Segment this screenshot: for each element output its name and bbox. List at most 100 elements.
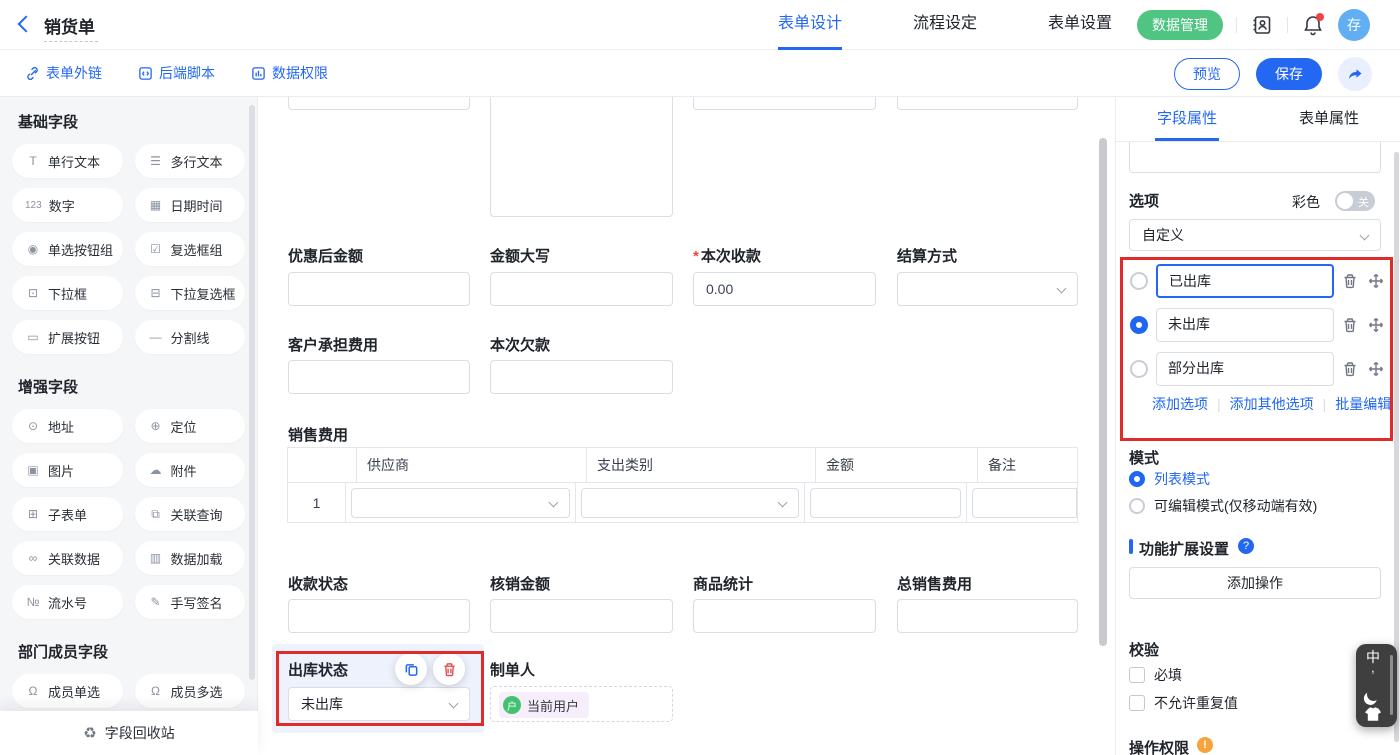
section-accent-bar (1129, 539, 1133, 554)
divider (1287, 17, 1288, 33)
backend-script-link[interactable]: 后端脚本 (138, 63, 215, 83)
title-dashed-underline (44, 41, 98, 42)
share-button[interactable] (1338, 57, 1372, 91)
field-input-writeoff-amount[interactable] (490, 599, 673, 633)
lookup-query-icon: ⧉ (148, 507, 164, 522)
field-input-payment-status[interactable] (288, 599, 470, 633)
tab-form-setting[interactable]: 表单设置 (1048, 0, 1112, 50)
drag-option-icon[interactable] (1368, 317, 1384, 333)
field-item-member-multi[interactable]: Ω成员多选 (135, 674, 246, 708)
field-item-address[interactable]: ⊙地址 (12, 409, 123, 443)
no-duplicate-checkbox-row[interactable]: 不允许重复值 (1129, 693, 1238, 713)
field-item-signature[interactable]: ✎手写签名 (135, 585, 246, 619)
option-radio[interactable] (1130, 360, 1148, 378)
field-input-clipped[interactable] (288, 97, 470, 110)
option-radio[interactable] (1130, 272, 1148, 290)
sidebar-scrollbar[interactable] (249, 105, 255, 680)
field-item-data-load[interactable]: ▥数据加载 (135, 541, 246, 575)
field-title-input-clipped[interactable] (1129, 142, 1381, 173)
preview-button[interactable]: 预览 (1174, 58, 1240, 90)
field-item-datetime[interactable]: ▦日期时间 (135, 188, 246, 222)
field-input-clipped[interactable] (897, 97, 1078, 110)
field-input-clipped[interactable] (693, 97, 876, 110)
drag-option-icon[interactable] (1368, 273, 1384, 289)
subform-select-expense-type[interactable] (581, 488, 799, 518)
field-item-attachment[interactable]: ☁附件 (135, 453, 246, 487)
ime-handle[interactable] (1390, 655, 1393, 715)
subform-input-amount[interactable] (810, 488, 961, 518)
tab-flow-setting[interactable]: 流程设定 (913, 0, 977, 50)
option-input-focused[interactable]: 已出库 (1156, 264, 1334, 298)
field-select-settlement-method[interactable] (897, 272, 1078, 306)
field-label-total-sales-fee: 总销售费用 (897, 573, 972, 594)
subform-select-supplier[interactable] (351, 488, 570, 518)
save-button[interactable]: 保存 (1256, 58, 1322, 90)
field-item-image[interactable]: ▣图片 (12, 453, 123, 487)
field-creator-box[interactable]: 户 当前用户 (490, 686, 673, 722)
field-select-outbound-status[interactable]: 未出库 (288, 687, 470, 721)
tab-form-design[interactable]: 表单设计 (778, 0, 842, 50)
color-toggle[interactable]: 关 (1335, 191, 1375, 211)
field-item-serial-number[interactable]: №流水号 (12, 585, 123, 619)
notification-bell-icon[interactable] (1301, 13, 1325, 37)
delete-field-button[interactable] (433, 653, 465, 685)
field-input-current-debt[interactable] (490, 360, 673, 394)
field-item-location[interactable]: ⊕定位 (135, 409, 246, 443)
ime-punctuation-button[interactable]: ʼ (1372, 666, 1375, 685)
field-item-multi-line-text[interactable]: ☰多行文本 (135, 144, 246, 178)
batch-edit-link[interactable]: 批量编辑 (1335, 394, 1391, 414)
field-input-total-sales-fee[interactable] (897, 599, 1078, 633)
canvas-scrollbar[interactable] (1099, 138, 1107, 646)
field-input-product-stats[interactable] (693, 599, 876, 633)
field-item-extend-button[interactable]: ▭扩展按钮 (12, 320, 123, 354)
field-item-member-single[interactable]: Ω成员单选 (12, 674, 123, 708)
delete-option-icon[interactable] (1342, 361, 1358, 377)
subform-input-remark[interactable] (972, 488, 1077, 518)
drag-option-icon[interactable] (1368, 361, 1384, 377)
field-textarea-clipped[interactable] (490, 97, 673, 217)
ime-skin-button[interactable] (1365, 704, 1381, 723)
field-input-amount-in-words[interactable] (490, 272, 673, 306)
add-action-button[interactable]: 添加操作 (1129, 567, 1381, 599)
field-input-current-payment[interactable]: 0.00 (693, 272, 876, 306)
avatar[interactable]: 存 (1338, 9, 1370, 41)
add-other-option-link[interactable]: 添加其他选项 (1230, 394, 1314, 414)
contacts-book-icon[interactable] (1250, 13, 1274, 37)
field-item-subform[interactable]: ⊞子表单 (12, 497, 123, 531)
form-external-link[interactable]: 表单外链 (25, 63, 102, 83)
data-permission-link[interactable]: 数据权限 (251, 63, 328, 83)
help-icon[interactable]: ? (1238, 538, 1254, 554)
required-checkbox-row[interactable]: 必填 (1129, 665, 1182, 685)
data-manage-button[interactable]: 数据管理 (1137, 10, 1223, 40)
tab-field-properties[interactable]: 字段属性 (1116, 97, 1258, 141)
field-item-dropdown[interactable]: ⊡下拉框 (12, 276, 123, 310)
field-item-multi-dropdown[interactable]: ⊟下拉复选框 (135, 276, 246, 310)
field-item-number[interactable]: 123数字 (12, 188, 123, 222)
back-icon[interactable] (18, 16, 35, 33)
delete-option-icon[interactable] (1342, 317, 1358, 333)
option-input[interactable]: 部分出库 (1156, 352, 1334, 386)
ime-language-button[interactable]: 中 (1366, 647, 1380, 666)
subform-header-remark: 备注 (978, 448, 1077, 482)
chevron-down-icon (1057, 284, 1067, 294)
copy-field-button[interactable] (395, 653, 427, 685)
option-source-select[interactable]: 自定义 (1129, 219, 1381, 251)
tab-form-properties[interactable]: 表单属性 (1258, 97, 1400, 141)
field-item-radio-group[interactable]: ◉单选按钮组 (12, 232, 123, 266)
add-option-link[interactable]: 添加选项 (1152, 394, 1208, 414)
field-item-lookup-query[interactable]: ⧉关联查询 (135, 497, 246, 531)
ime-moon-button[interactable] (1367, 685, 1380, 704)
field-input-customer-fee[interactable] (288, 360, 470, 394)
field-item-linked-data[interactable]: ∞关联数据 (12, 541, 123, 575)
field-item-divider[interactable]: —分割线 (135, 320, 246, 354)
delete-option-icon[interactable] (1342, 273, 1358, 289)
option-input[interactable]: 未出库 (1156, 308, 1334, 342)
field-recycle-bin[interactable]: ♻ 字段回收站 (0, 711, 258, 755)
mode-editable-option[interactable]: 可编辑模式(仅移动端有效) (1129, 496, 1317, 516)
field-input-discounted-amount[interactable] (288, 272, 470, 306)
option-radio-selected[interactable] (1130, 316, 1148, 334)
mode-list-option[interactable]: 列表模式 (1129, 469, 1210, 489)
field-item-single-line-text[interactable]: T单行文本 (12, 144, 123, 178)
field-item-checkbox-group[interactable]: ☑复选框组 (135, 232, 246, 266)
linked-data-icon: ∞ (25, 551, 41, 565)
